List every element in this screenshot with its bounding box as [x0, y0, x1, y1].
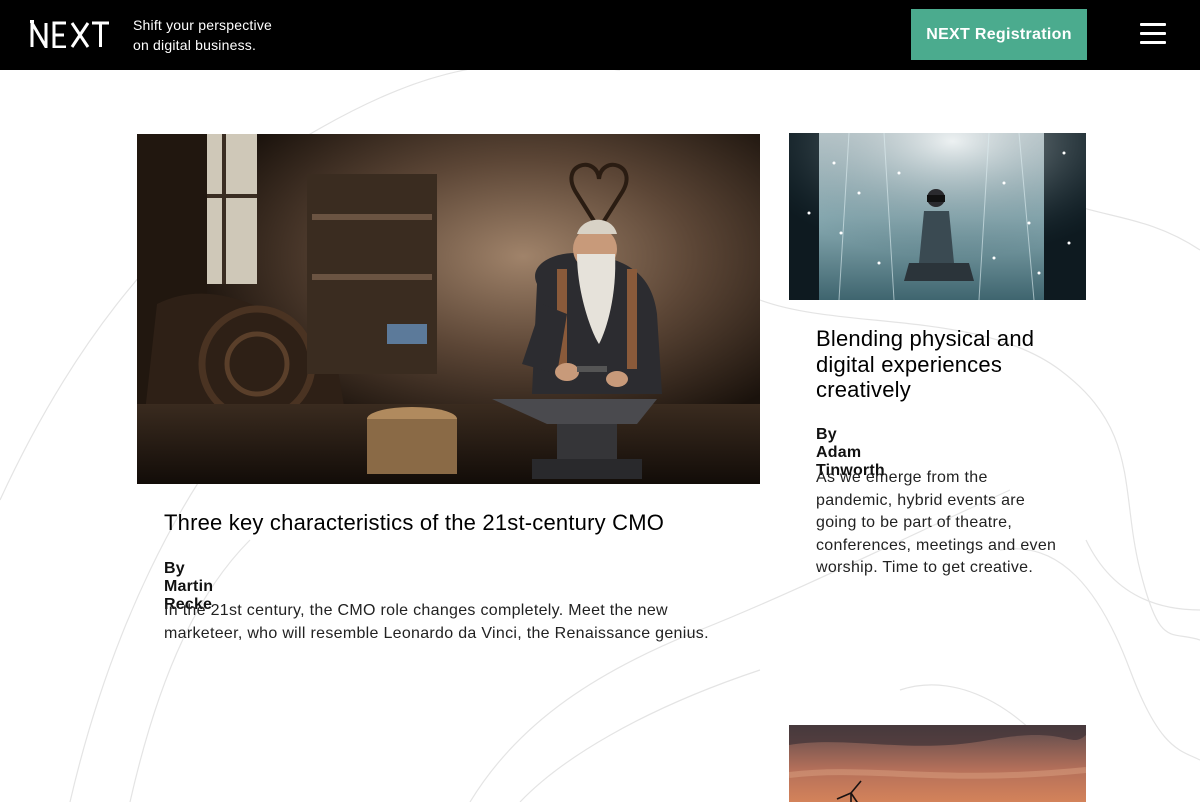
tagline-line-1: Shift your perspective — [133, 17, 273, 33]
blacksmith-photo — [137, 134, 760, 484]
vr-curtain-photo — [789, 133, 1086, 300]
hamburger-menu-icon[interactable] — [1136, 20, 1170, 48]
next-logo[interactable] — [30, 17, 110, 53]
article-excerpt: In the 21st century, the CMO role change… — [164, 602, 709, 642]
site-tagline: Shift your perspective on digital busine… — [133, 15, 272, 55]
tagline-line-2: on digital business. — [133, 37, 257, 53]
article-excerpt: As we emerge from the pandemic, hybrid e… — [816, 469, 1057, 576]
article-title[interactable]: Three key characteristics of the 21st-ce… — [164, 510, 754, 536]
site-header: Shift your perspective on digital busine… — [0, 0, 1200, 70]
wind-turbine-sunset-photo — [789, 725, 1086, 802]
article-image-vr-curtain[interactable] — [789, 133, 1086, 300]
next-logo-icon — [30, 17, 109, 53]
article-title[interactable]: Blending physical and digital experience… — [816, 326, 1066, 403]
article-image-wind-turbine-sunset[interactable] — [789, 725, 1086, 802]
article-image-blacksmith[interactable] — [137, 134, 760, 484]
next-registration-button[interactable]: NEXT Registration — [911, 9, 1087, 60]
